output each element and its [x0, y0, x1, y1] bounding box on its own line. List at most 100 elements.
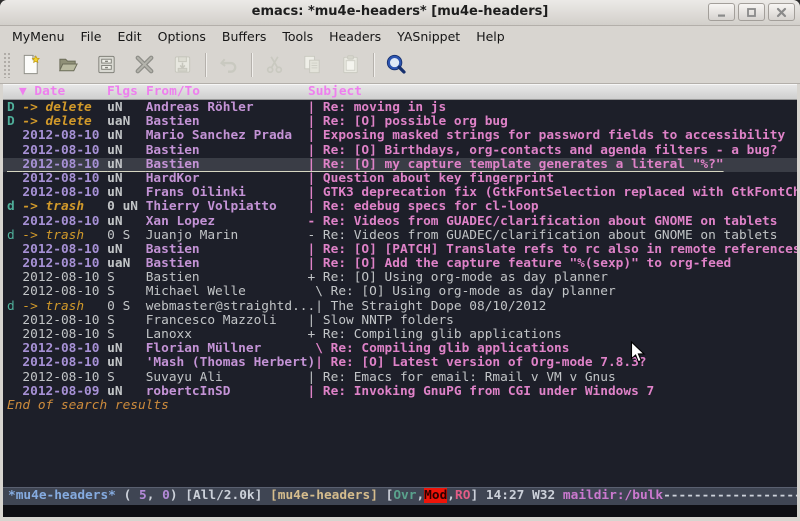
- menu-headers[interactable]: Headers: [321, 27, 389, 46]
- toolbar-separator: [373, 53, 375, 77]
- header-row[interactable]: 2012-08-10 uN 'Mash (Thomas Herbert)| Re…: [3, 356, 797, 370]
- header-row[interactable]: 2012-08-09 uN robertcInSD | Re: Invoking…: [3, 385, 797, 399]
- header-row[interactable]: 2012-08-10 uN Frans Oilinki | GTK3 depre…: [3, 186, 797, 200]
- row-mark: d: [7, 300, 22, 314]
- row-mark: [7, 129, 22, 143]
- row-date: 2012-08-10: [22, 314, 107, 328]
- row-date: 2012-08-10: [22, 356, 107, 370]
- row-subject: | Re: [O] possible org bug: [308, 115, 508, 129]
- row-mark: [7, 144, 22, 158]
- row-date: 2012-08-10: [22, 328, 107, 342]
- modeline-segment-ro: RO: [455, 488, 470, 503]
- header-row[interactable]: d -> trash 0 S webmaster@straightd...| T…: [3, 300, 797, 314]
- row-from: Frans Oilinki: [146, 186, 308, 200]
- header-row-current[interactable]: 2012-08-10 uN Bastien | Re: [O] my captu…: [3, 158, 797, 172]
- header-row[interactable]: 2012-08-10 uN HardKor | Question about k…: [3, 172, 797, 186]
- column-header-date[interactable]: ▼ Date: [19, 85, 65, 99]
- header-row[interactable]: d -> trash 0 uN Thierry Volpiatto | Re: …: [3, 200, 797, 214]
- row-subject: | Re: [O] Latest version of Org-mode 7.8…: [315, 356, 646, 370]
- save-as-button: [169, 52, 195, 78]
- row-date: 2012-08-10: [22, 144, 107, 158]
- echo-area[interactable]: [3, 505, 797, 517]
- row-date: 2012-08-10: [22, 271, 107, 285]
- row-mark: D: [7, 115, 22, 129]
- open-file-button[interactable]: [55, 52, 81, 78]
- close-buffer-button[interactable]: [131, 52, 157, 78]
- paste-icon: [339, 53, 362, 76]
- row-from: Thierry Volpiatto: [146, 200, 308, 214]
- search-button[interactable]: [383, 52, 409, 78]
- modeline-segment-fg: ): [170, 488, 185, 503]
- save-button[interactable]: [93, 52, 119, 78]
- minimize-button[interactable]: [708, 3, 735, 21]
- row-flags: uN: [107, 356, 146, 370]
- undo-button: [215, 52, 241, 78]
- row-mark: d: [7, 229, 22, 243]
- row-from: Bastien: [146, 271, 308, 285]
- mu4e-headers-buffer[interactable]: D -> delete uN Andreas Röhler | Re: movi…: [3, 100, 797, 487]
- row-flags: uaN: [107, 115, 146, 129]
- header-row[interactable]: 2012-08-10 S Bastien + Re: [O] Using org…: [3, 271, 797, 285]
- row-mark: [7, 356, 22, 370]
- header-row[interactable]: 2012-08-10 S Francesco Mazzoli | Slow NN…: [3, 314, 797, 328]
- end-of-results-message: End of search results: [7, 399, 797, 413]
- row-mark: [7, 186, 22, 200]
- column-header-flags[interactable]: Flgs: [107, 85, 138, 99]
- menu-file[interactable]: File: [73, 27, 110, 46]
- row-subject: - Re: Videos from GUADEC/clarification a…: [308, 229, 778, 243]
- row-date: 2012-08-09: [22, 385, 107, 399]
- header-row[interactable]: 2012-08-10 S Lanoxx + Re: Compiling glib…: [3, 328, 797, 342]
- headers-column-header: ▼ Date Flgs From/To Subject: [3, 84, 797, 100]
- maximize-icon: [746, 7, 757, 18]
- maximize-button[interactable]: [738, 3, 765, 21]
- header-row[interactable]: 2012-08-10 uN Florian Müllner \ Re: Comp…: [3, 342, 797, 356]
- row-from: HardKor: [146, 172, 308, 186]
- header-row[interactable]: 2012-08-10 uN Mario Sanchez Prada | Expo…: [3, 129, 797, 143]
- row-flags: S: [107, 314, 146, 328]
- menu-help[interactable]: Help: [468, 27, 513, 46]
- header-row[interactable]: 2012-08-10 S Suvayu Ali | Re: Emacs for …: [3, 371, 797, 385]
- row-from: Andreas Röhler: [146, 101, 308, 115]
- modeline-segment-fg: (: [116, 488, 139, 503]
- new-file-button[interactable]: [17, 52, 43, 78]
- row-mark: [7, 172, 22, 186]
- close-button[interactable]: [768, 3, 795, 21]
- menu-edit[interactable]: Edit: [109, 27, 149, 46]
- header-row[interactable]: D -> delete uaN Bastien | Re: [O] possib…: [3, 115, 797, 129]
- column-header-from[interactable]: From/To: [146, 85, 200, 99]
- mode-line: *mu4e-headers* ( 5, 0) [All/2.0k] [mu4e-…: [3, 487, 797, 505]
- row-date: 2012-08-10: [22, 172, 107, 186]
- header-row[interactable]: 2012-08-10 S Michael Welle \ Re: [O] Usi…: [3, 285, 797, 299]
- menu-mymenu[interactable]: MyMenu: [4, 27, 73, 46]
- header-row[interactable]: d -> trash 0 S Juanjo Marin - Re: Videos…: [3, 229, 797, 243]
- column-header-subject[interactable]: Subject: [308, 85, 362, 99]
- row-subject: | Re: [O] my capture template generates …: [308, 158, 724, 172]
- header-row[interactable]: D -> delete uN Andreas Röhler | Re: movi…: [3, 101, 797, 115]
- row-flags: uN: [107, 215, 146, 229]
- toolbar: [0, 46, 800, 84]
- row-flags: uN: [107, 101, 146, 115]
- paste-button: [337, 52, 363, 78]
- row-subject: - Re: Videos from GUADEC/clarification a…: [308, 215, 778, 229]
- modeline-segment-fg: ,: [447, 488, 455, 503]
- header-row[interactable]: 2012-08-10 uN Bastien | Re: [O] Birthday…: [3, 144, 797, 158]
- menu-tools[interactable]: Tools: [274, 27, 321, 46]
- row-mark: [7, 285, 22, 299]
- window-title: emacs: *mu4e-headers* [mu4e-headers]: [0, 4, 800, 19]
- row-from: Bastien: [146, 257, 308, 271]
- row-mark: [7, 215, 22, 229]
- row-flags: uN: [107, 158, 146, 172]
- header-row[interactable]: 2012-08-10 uaN Bastien | Re: [O] Add the…: [3, 257, 797, 271]
- menu-yasnippet[interactable]: YASnippet: [389, 27, 468, 46]
- toolbar-grip-handle[interactable]: [3, 52, 11, 78]
- title-bar[interactable]: emacs: *mu4e-headers* [mu4e-headers]: [0, 0, 800, 26]
- menu-options[interactable]: Options: [150, 27, 214, 46]
- menu-buffers[interactable]: Buffers: [214, 27, 274, 46]
- row-subject: | Question about key fingerprint: [308, 172, 555, 186]
- header-row[interactable]: 2012-08-10 uN Bastien | Re: [O] [PATCH] …: [3, 243, 797, 257]
- row-from: Francesco Mazzoli: [146, 314, 308, 328]
- row-flags: 0 S: [107, 300, 146, 314]
- row-subject: | Re: [O] [PATCH] Translate refs to rc a…: [308, 243, 798, 257]
- header-row[interactable]: 2012-08-10 uN Xan Lopez - Re: Videos fro…: [3, 215, 797, 229]
- open-folder-icon: [57, 53, 80, 76]
